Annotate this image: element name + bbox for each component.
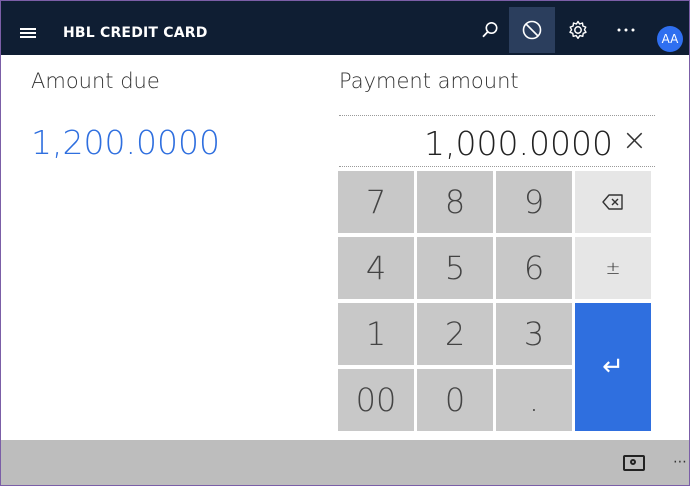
key-5[interactable]: 5	[417, 237, 493, 299]
key-9[interactable]: 9	[496, 171, 572, 233]
key-0[interactable]: 0	[417, 369, 493, 431]
cancel-icon[interactable]	[509, 7, 555, 53]
key-4[interactable]: 4	[338, 237, 414, 299]
backspace-icon	[602, 194, 623, 210]
amount-due-label: Amount due	[31, 69, 160, 93]
key-00[interactable]: 00	[338, 369, 414, 431]
enter-key[interactable]: ↵	[575, 303, 651, 431]
amount-due-value: 1,200.0000	[31, 123, 220, 162]
key-1[interactable]: 1	[338, 303, 414, 365]
settings-icon[interactable]	[555, 7, 601, 53]
avatar[interactable]: AA	[657, 26, 683, 52]
plus-minus-key[interactable]: ±	[575, 237, 651, 299]
cash-icon[interactable]	[623, 455, 645, 471]
payment-amount-field[interactable]: 1,000.0000 ×	[339, 115, 655, 167]
bottom-app-bar: ⋯	[1, 440, 689, 485]
payment-amount-label: Payment amount	[339, 69, 519, 93]
search-icon[interactable]	[467, 7, 513, 53]
pos-window: HBL CREDIT CARD AA Amount due 1,200.0000…	[0, 0, 690, 486]
key-8[interactable]: 8	[417, 171, 493, 233]
key-2[interactable]: 2	[417, 303, 493, 365]
backspace-key[interactable]	[575, 171, 651, 233]
more-icon[interactable]	[603, 7, 649, 53]
clear-amount-button[interactable]: ×	[622, 123, 647, 158]
payment-amount-value: 1,000.0000	[424, 124, 613, 163]
menu-icon[interactable]	[20, 28, 36, 38]
key-decimal[interactable]: .	[496, 369, 572, 431]
key-6[interactable]: 6	[496, 237, 572, 299]
key-3[interactable]: 3	[496, 303, 572, 365]
more-options-icon[interactable]: ⋯	[673, 454, 687, 470]
title-bar: HBL CREDIT CARD AA	[1, 1, 689, 55]
key-7[interactable]: 7	[338, 171, 414, 233]
page-title: HBL CREDIT CARD	[63, 25, 208, 41]
